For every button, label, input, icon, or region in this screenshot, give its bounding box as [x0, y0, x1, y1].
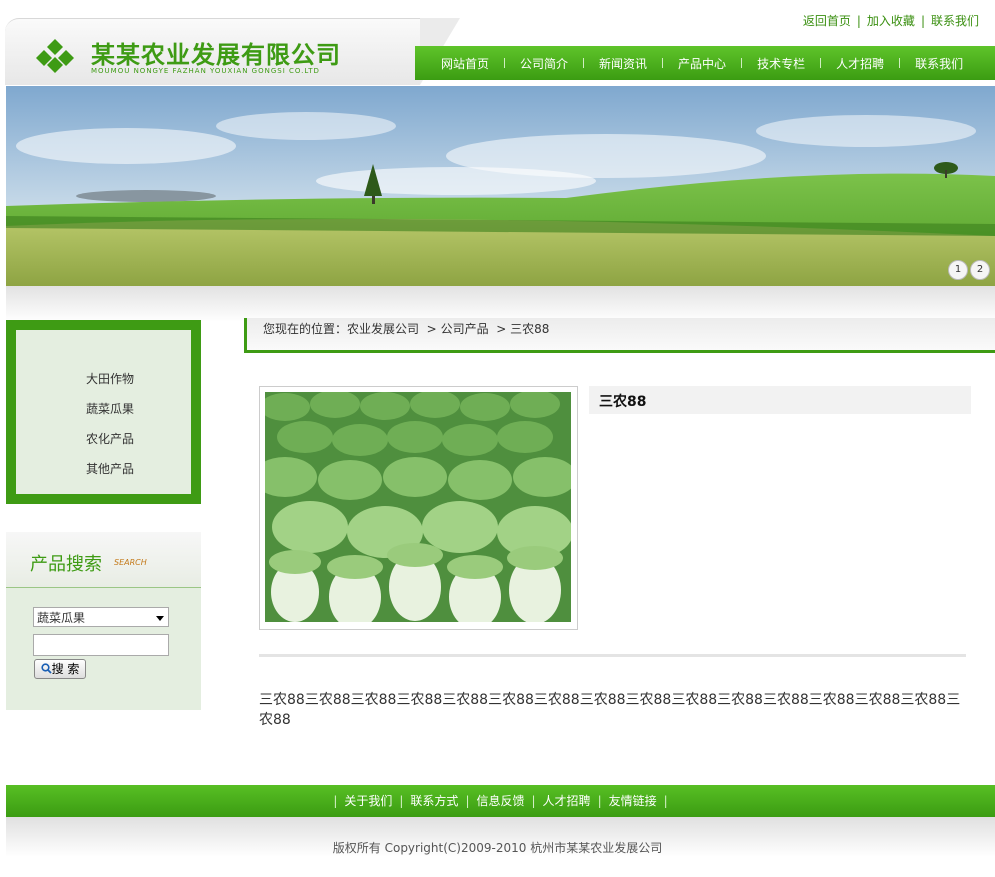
- footer-link-feedback[interactable]: 信息反馈: [476, 794, 524, 808]
- nav-contact[interactable]: 联系我们: [915, 55, 963, 72]
- product-description: 三农88三农88三农88三农88三农88三农88三农88三农88三农88三农88…: [259, 692, 961, 728]
- breadcrumb-current: 三农88: [510, 322, 550, 336]
- footer-nav: | 关于我们 | 联系方式 | 信息反馈 | 人才招聘 | 友情链接 |: [6, 785, 995, 817]
- breadcrumb-item[interactable]: 农业发展公司: [347, 322, 419, 336]
- divider: [259, 654, 966, 657]
- footer-link-contact[interactable]: 联系方式: [410, 794, 458, 808]
- nav-home[interactable]: 网站首页: [441, 55, 489, 72]
- category-item[interactable]: 其他产品: [86, 462, 134, 476]
- search-input[interactable]: [33, 634, 169, 656]
- product-title: 三农88: [599, 394, 647, 410]
- product-search-panel: 产品搜索 SEARCH 蔬菜瓜果 搜 索: [6, 532, 201, 710]
- footer-link-about[interactable]: 关于我们: [344, 794, 392, 808]
- top-link-favorite[interactable]: 加入收藏: [867, 14, 915, 28]
- category-list: 大田作物 蔬菜瓜果 农化产品 其他产品: [86, 364, 134, 484]
- search-button[interactable]: 搜 索: [34, 659, 86, 679]
- logo-subtext: MOUMOU NONGYE FAZHAN YOUXIAN GONGSI CO.L…: [91, 67, 320, 75]
- category-item[interactable]: 农化产品: [86, 432, 134, 446]
- product-image: [259, 386, 578, 630]
- nav-tech[interactable]: 技术专栏: [757, 55, 805, 72]
- footer-link-jobs[interactable]: 人才招聘: [543, 794, 591, 808]
- banner-shadow: [6, 286, 995, 322]
- category-panel: 大田作物 蔬菜瓜果 农化产品 其他产品: [6, 320, 201, 504]
- nav-products[interactable]: 产品中心: [678, 55, 726, 72]
- nav-jobs[interactable]: 人才招聘: [836, 55, 884, 72]
- logo-text: 某某农业发展有限公司: [91, 41, 341, 69]
- breadcrumb-item[interactable]: 公司产品: [441, 322, 489, 336]
- main-nav: 网站首页 公司简介 新闻资讯 产品中心 技术专栏 人才招聘 联系我们: [415, 46, 995, 80]
- breadcrumb-bar: 您现在的位置：农业发展公司 > 公司产品 > 三农88: [244, 318, 995, 353]
- nav-news[interactable]: 新闻资讯: [599, 55, 647, 72]
- banner-page-1[interactable]: 1: [948, 260, 968, 280]
- banner-image: [6, 86, 995, 286]
- search-subtitle: SEARCH: [114, 558, 147, 567]
- top-link-contact[interactable]: 联系我们: [931, 14, 979, 28]
- top-links: 返回首页 | 加入收藏 | 联系我们: [802, 14, 979, 28]
- breadcrumb: 您现在的位置：农业发展公司 > 公司产品 > 三农88: [263, 322, 550, 336]
- chevron-down-icon: [156, 616, 164, 621]
- category-item[interactable]: 蔬菜瓜果: [86, 402, 134, 416]
- top-link-home[interactable]: 返回首页: [803, 14, 851, 28]
- footer-link-friends[interactable]: 友情链接: [609, 794, 657, 808]
- banner-page-2[interactable]: 2: [970, 260, 990, 280]
- search-title: 产品搜索: [30, 554, 102, 575]
- product-title-bar: 三农88: [589, 386, 971, 414]
- logo-area: 某某农业发展有限公司 MOUMOU NONGYE FAZHAN YOUXIAN …: [5, 18, 460, 85]
- copyright: 版权所有 Copyright(C)2009-2010 杭州市某某农业发展公司: [332, 841, 663, 855]
- nav-about[interactable]: 公司简介: [520, 55, 568, 72]
- logo-icon: [36, 39, 74, 73]
- category-item[interactable]: 大田作物: [86, 372, 134, 386]
- search-icon: [40, 663, 52, 674]
- category-select[interactable]: 蔬菜瓜果: [33, 607, 169, 627]
